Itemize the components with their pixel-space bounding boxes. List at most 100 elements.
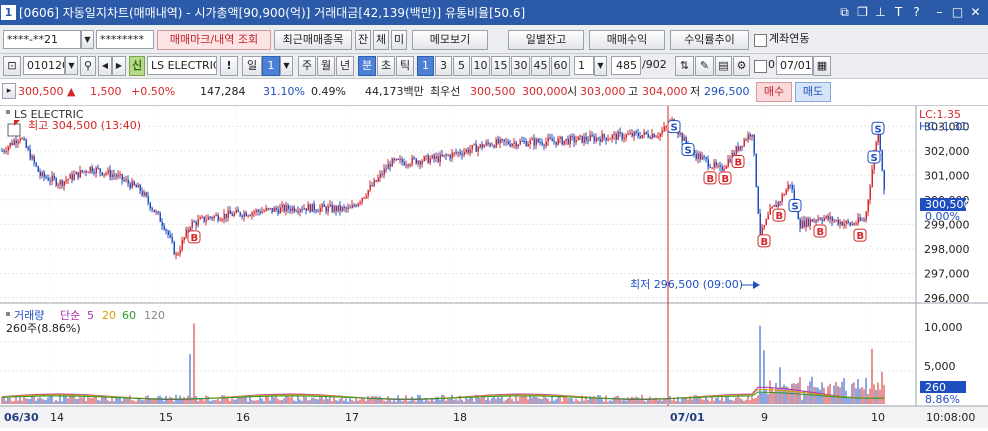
balance-button[interactable]: 잔 bbox=[355, 30, 371, 50]
chart-area[interactable]: BSSBBBBBSBBSS 303,000302,000301,000300,0… bbox=[0, 106, 988, 428]
interval-dropdown[interactable]: ▼ bbox=[594, 56, 607, 76]
account-link-checkbox[interactable] bbox=[754, 34, 767, 47]
next-icon[interactable]: ▶ bbox=[112, 56, 126, 76]
candle-body bbox=[179, 250, 181, 254]
count-field[interactable]: 485 bbox=[611, 56, 641, 75]
period-day-value[interactable]: 1 bbox=[262, 56, 280, 76]
candle-body bbox=[549, 137, 551, 139]
candle-body bbox=[335, 206, 337, 212]
candle-body bbox=[157, 211, 159, 214]
price-y-label: 296,000 bbox=[924, 292, 970, 305]
trade-mark-query-button[interactable]: 매매마크/내역 조회 bbox=[157, 30, 271, 50]
account-dropdown[interactable]: ▼ bbox=[81, 30, 94, 49]
candle-body bbox=[605, 137, 607, 141]
close-icon[interactable]: ✕ bbox=[967, 3, 984, 21]
stock-code-field[interactable]: 010120 bbox=[23, 56, 65, 75]
return-trend-button[interactable]: 수익률추이 bbox=[670, 30, 749, 50]
candle-body bbox=[735, 146, 737, 155]
minute-60-button[interactable]: 60 bbox=[551, 56, 570, 76]
search-icon[interactable]: ⚲ bbox=[80, 56, 96, 76]
expand-icon[interactable]: ▸ bbox=[2, 83, 16, 99]
candle-body bbox=[395, 158, 397, 161]
candle-body bbox=[365, 195, 367, 198]
code-dropdown[interactable]: ▼ bbox=[65, 56, 78, 75]
date-field[interactable]: 07/01 bbox=[776, 56, 813, 75]
candle-body bbox=[743, 139, 745, 147]
account-field[interactable]: ****-**21 bbox=[3, 30, 81, 49]
period-dropdown[interactable]: ▼ bbox=[280, 56, 293, 76]
period-month-button[interactable]: 월 bbox=[317, 56, 335, 76]
maximize-icon[interactable]: □ bbox=[949, 3, 966, 21]
minute-45-button[interactable]: 45 bbox=[531, 56, 550, 76]
candle-body bbox=[59, 180, 61, 185]
candle-body bbox=[835, 219, 837, 221]
candle-body bbox=[593, 136, 595, 142]
period-year-button[interactable]: 년 bbox=[336, 56, 354, 76]
candle-body bbox=[653, 133, 655, 138]
pin-icon[interactable]: ⊥ bbox=[872, 3, 889, 21]
recent-trades-button[interactable]: 최근매매종목 bbox=[274, 30, 352, 50]
period-tick-button[interactable]: 틱 bbox=[396, 56, 414, 76]
candle-body bbox=[817, 218, 819, 221]
unexecuted-button[interactable]: 미 bbox=[391, 30, 407, 50]
period-minute-button[interactable]: 분 bbox=[358, 56, 376, 76]
candle-body bbox=[11, 142, 13, 145]
trade-profit-button[interactable]: 매매수익 bbox=[589, 30, 665, 50]
link-icon[interactable]: ⧉ bbox=[836, 3, 853, 21]
x-label-14: 14 bbox=[50, 411, 64, 424]
minute-10-button[interactable]: 10 bbox=[471, 56, 490, 76]
chart-svg[interactable]: BSSBBBBBSBBSS 303,000302,000301,000300,0… bbox=[0, 106, 988, 428]
candle-body bbox=[373, 180, 375, 186]
buy-button[interactable]: 매수 bbox=[756, 82, 792, 102]
layout-icon[interactable]: ⊡ bbox=[3, 56, 21, 76]
candle-body bbox=[325, 206, 327, 212]
candle-body bbox=[393, 158, 395, 161]
volume-collapse-icon[interactable] bbox=[6, 312, 10, 316]
minute-1-button[interactable]: 1 bbox=[417, 56, 434, 76]
minimize-icon[interactable]: – bbox=[931, 3, 948, 21]
candle-body bbox=[843, 223, 845, 226]
settings-icon[interactable]: ⚙ bbox=[733, 56, 750, 76]
period-week-button[interactable]: 주 bbox=[298, 56, 316, 76]
help-icon[interactable]: ? bbox=[908, 3, 925, 21]
sell-button[interactable]: 매도 bbox=[795, 82, 831, 102]
date-checkbox[interactable] bbox=[754, 60, 767, 73]
draw-tools-icon[interactable]: ✎ bbox=[695, 56, 714, 76]
candle-body bbox=[545, 141, 547, 146]
font-icon[interactable]: T bbox=[890, 3, 907, 21]
period-day-button[interactable]: 일 bbox=[242, 56, 262, 76]
compare-icon[interactable]: ⇅ bbox=[675, 56, 694, 76]
candle-body bbox=[631, 133, 633, 137]
password-field[interactable]: ******** bbox=[96, 30, 154, 49]
candle-body bbox=[827, 215, 829, 220]
prev-icon[interactable]: ◀ bbox=[98, 56, 112, 76]
candle-body bbox=[861, 219, 863, 221]
memo-button[interactable]: 메모보기 bbox=[412, 30, 488, 50]
candle-body bbox=[201, 216, 203, 218]
candle-body bbox=[753, 134, 755, 154]
minute-15-button[interactable]: 15 bbox=[491, 56, 510, 76]
high-price: 304,000 bbox=[642, 85, 688, 98]
copy-icon[interactable]: ❐ bbox=[854, 3, 871, 21]
minute-3-button[interactable]: 3 bbox=[435, 56, 452, 76]
calendar-icon[interactable]: ▦ bbox=[813, 56, 831, 76]
collapse-icon[interactable] bbox=[6, 110, 10, 114]
candle-body bbox=[103, 173, 105, 176]
executed-button[interactable]: 체 bbox=[373, 30, 389, 50]
warning-button[interactable]: ! bbox=[220, 56, 238, 76]
candle-body bbox=[451, 152, 453, 159]
candle-body bbox=[727, 159, 729, 167]
minute-30-button[interactable]: 30 bbox=[511, 56, 530, 76]
candle-body bbox=[163, 225, 165, 230]
candle-body bbox=[575, 140, 577, 142]
interval-field[interactable]: 1 bbox=[574, 56, 594, 75]
candle-body bbox=[295, 211, 297, 213]
period-second-button[interactable]: 초 bbox=[377, 56, 395, 76]
candle-body bbox=[339, 205, 341, 211]
minute-5-button[interactable]: 5 bbox=[453, 56, 470, 76]
save-icon[interactable]: ▤ bbox=[715, 56, 732, 76]
candle-body bbox=[881, 150, 883, 171]
daily-balance-button[interactable]: 일별잔고 bbox=[508, 30, 584, 50]
date-check-label: 0 bbox=[768, 58, 775, 71]
candle-body bbox=[361, 198, 363, 202]
